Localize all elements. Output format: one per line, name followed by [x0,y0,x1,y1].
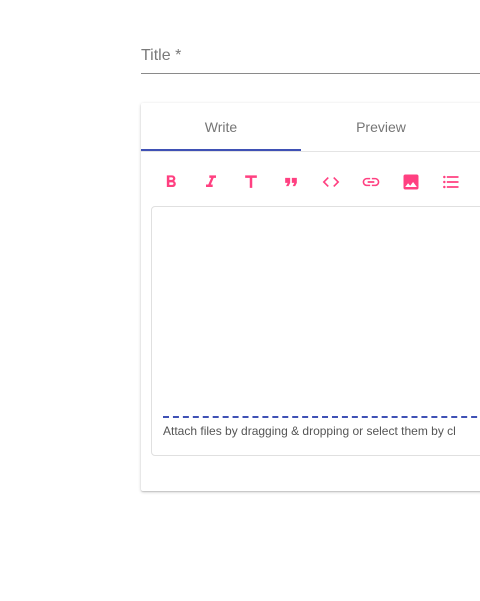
tab-write[interactable]: Write [141,103,301,151]
header-button[interactable] [231,167,271,197]
active-tab-indicator [141,149,301,151]
link-icon [362,177,380,187]
link-button[interactable] [351,167,391,197]
italic-button[interactable] [191,167,231,197]
header-icon [245,175,257,188]
drop-zone-divider [163,416,480,418]
tab-preview-label: Preview [356,119,406,135]
bulleted-list-button[interactable] [431,167,471,197]
quote-icon [285,177,297,187]
italic-icon [206,175,216,187]
bold-button[interactable] [151,167,191,197]
image-button[interactable] [391,167,431,197]
code-button[interactable] [311,167,351,197]
title-field-label: Title * [141,47,182,64]
quote-button[interactable] [271,167,311,197]
attach-files-hint[interactable]: Attach files by dragging & dropping or s… [163,424,480,438]
bold-icon [166,175,176,187]
tab-write-label: Write [204,119,238,135]
formatting-toolbar [151,167,480,197]
markdown-editor: Write Preview Attach files by dragging &… [141,103,480,491]
title-field[interactable]: Title * [141,44,480,74]
tab-preview[interactable]: Preview [301,103,461,151]
code-icon [322,177,340,187]
editor-tabs: Write Preview [141,103,480,152]
markdown-textarea[interactable]: Attach files by dragging & dropping or s… [151,206,480,456]
bulleted-list-icon [443,175,459,189]
image-icon [403,174,419,190]
